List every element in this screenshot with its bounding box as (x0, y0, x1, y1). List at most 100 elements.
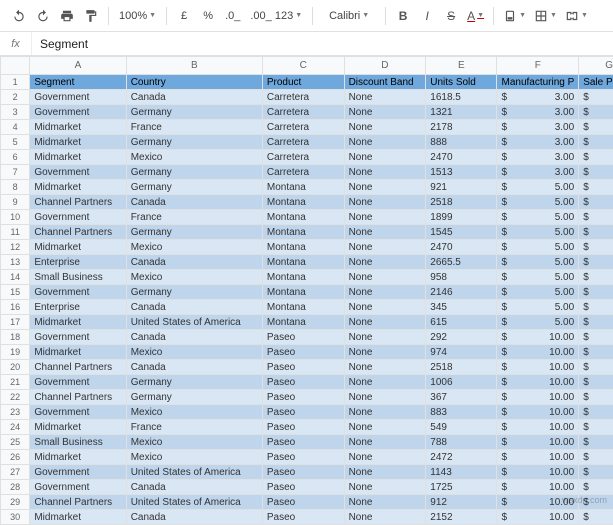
cell-product[interactable]: Carretera (262, 135, 344, 150)
cell-discount[interactable]: None (344, 345, 426, 360)
cell-segment[interactable]: Government (30, 165, 126, 180)
cell-segment[interactable]: Government (30, 330, 126, 345)
cell-segment[interactable]: Channel Partners (30, 225, 126, 240)
cell-mfg[interactable]: $10.00 (497, 330, 579, 345)
row-header[interactable]: 19 (1, 345, 30, 360)
cell-country[interactable]: United States of America (126, 315, 262, 330)
currency-format-button[interactable]: £ (173, 5, 195, 27)
cell-units[interactable]: 549 (426, 420, 497, 435)
cell-segment[interactable]: Midmarket (30, 345, 126, 360)
cell-product[interactable]: Carretera (262, 165, 344, 180)
cell-units[interactable]: 1143 (426, 465, 497, 480)
cell-segment[interactable]: Midmarket (30, 120, 126, 135)
paint-format-button[interactable] (80, 5, 102, 27)
cell-country[interactable]: Mexico (126, 270, 262, 285)
cell-units[interactable]: 1725 (426, 480, 497, 495)
cell-product[interactable]: Montana (262, 240, 344, 255)
strikethrough-button[interactable]: S (440, 5, 462, 27)
cell-country[interactable]: Canada (126, 255, 262, 270)
cell-units[interactable]: 1899 (426, 210, 497, 225)
number-format-select[interactable]: .00_ 123▼ (246, 5, 306, 27)
cell-product[interactable]: Carretera (262, 150, 344, 165)
cell-discount[interactable]: None (344, 330, 426, 345)
cell-discount[interactable]: None (344, 150, 426, 165)
cell-product[interactable]: Paseo (262, 390, 344, 405)
row-header[interactable]: 10 (1, 210, 30, 225)
cell-product[interactable]: Montana (262, 225, 344, 240)
cell-mfg[interactable]: $10.00 (497, 480, 579, 495)
col-header-B[interactable]: B (126, 57, 262, 75)
cell-discount[interactable]: None (344, 105, 426, 120)
cell-segment[interactable]: Government (30, 465, 126, 480)
cell-mfg[interactable]: $10.00 (497, 420, 579, 435)
cell-country[interactable]: United States of America (126, 465, 262, 480)
formula-input[interactable]: Segment (32, 37, 96, 51)
cell-mfg[interactable]: $10.00 (497, 435, 579, 450)
cell-sale[interactable]: $350. (579, 375, 613, 390)
cell-sale[interactable]: $350. (579, 480, 613, 495)
cell-country[interactable]: Canada (126, 90, 262, 105)
cell-segment[interactable]: Midmarket (30, 315, 126, 330)
cell-mfg[interactable]: $5.00 (497, 300, 579, 315)
row-header[interactable]: 22 (1, 390, 30, 405)
cell-discount[interactable]: None (344, 270, 426, 285)
cell-mfg[interactable]: $5.00 (497, 285, 579, 300)
row-header[interactable]: 16 (1, 300, 30, 315)
percent-format-button[interactable]: % (197, 5, 219, 27)
cell-discount[interactable]: None (344, 225, 426, 240)
cell-discount[interactable]: None (344, 360, 426, 375)
row-header[interactable]: 9 (1, 195, 30, 210)
cell-segment[interactable]: Government (30, 375, 126, 390)
cell-sale[interactable]: $20. (579, 105, 613, 120)
cell-country[interactable]: Germany (126, 390, 262, 405)
cell-country[interactable]: Germany (126, 225, 262, 240)
cell-units[interactable]: 1321 (426, 105, 497, 120)
col-header-G[interactable]: G (579, 57, 613, 75)
cell-mfg[interactable]: $10.00 (497, 405, 579, 420)
cell-segment[interactable]: Government (30, 285, 126, 300)
cell-country[interactable]: Germany (126, 135, 262, 150)
cell-country[interactable]: Mexico (126, 405, 262, 420)
print-button[interactable] (56, 5, 78, 27)
data-grid[interactable]: A B C D E F G 1SegmentCountryProductDisc… (0, 56, 613, 525)
cell-sale[interactable]: $300. (579, 270, 613, 285)
cell-country[interactable]: Canada (126, 195, 262, 210)
undo-button[interactable] (8, 5, 30, 27)
cell-mfg[interactable]: $3.00 (497, 150, 579, 165)
cell-mfg[interactable]: $10.00 (497, 495, 579, 510)
cell-sale[interactable]: $7. (579, 405, 613, 420)
header-cell[interactable]: Country (126, 75, 262, 90)
cell-segment[interactable]: Channel Partners (30, 360, 126, 375)
merge-cells-button[interactable]: ▼ (562, 5, 591, 27)
font-select[interactable]: Calibri▼ (319, 5, 379, 27)
cell-units[interactable]: 2665.5 (426, 255, 497, 270)
cell-discount[interactable]: None (344, 120, 426, 135)
cell-units[interactable]: 883 (426, 405, 497, 420)
cell-discount[interactable]: None (344, 435, 426, 450)
row-header[interactable]: 14 (1, 270, 30, 285)
cell-country[interactable]: United States of America (126, 495, 262, 510)
cell-product[interactable]: Montana (262, 210, 344, 225)
cell-mfg[interactable]: $10.00 (497, 390, 579, 405)
cell-discount[interactable]: None (344, 405, 426, 420)
cell-units[interactable]: 921 (426, 180, 497, 195)
cell-units[interactable]: 615 (426, 315, 497, 330)
cell-product[interactable]: Paseo (262, 480, 344, 495)
header-cell[interactable]: Discount Band (344, 75, 426, 90)
cell-country[interactable]: France (126, 420, 262, 435)
cell-mfg[interactable]: $10.00 (497, 510, 579, 525)
cell-sale[interactable]: $300. (579, 435, 613, 450)
col-header-D[interactable]: D (344, 57, 426, 75)
cell-product[interactable]: Carretera (262, 120, 344, 135)
cell-country[interactable]: Canada (126, 300, 262, 315)
cell-discount[interactable]: None (344, 195, 426, 210)
row-header[interactable]: 29 (1, 495, 30, 510)
cell-segment[interactable]: Midmarket (30, 135, 126, 150)
cell-units[interactable]: 974 (426, 345, 497, 360)
cell-country[interactable]: Germany (126, 285, 262, 300)
cell-segment[interactable]: Midmarket (30, 420, 126, 435)
cell-sale[interactable]: $15. (579, 180, 613, 195)
cell-product[interactable]: Carretera (262, 105, 344, 120)
cell-mfg[interactable]: $5.00 (497, 315, 579, 330)
row-header[interactable]: 27 (1, 465, 30, 480)
